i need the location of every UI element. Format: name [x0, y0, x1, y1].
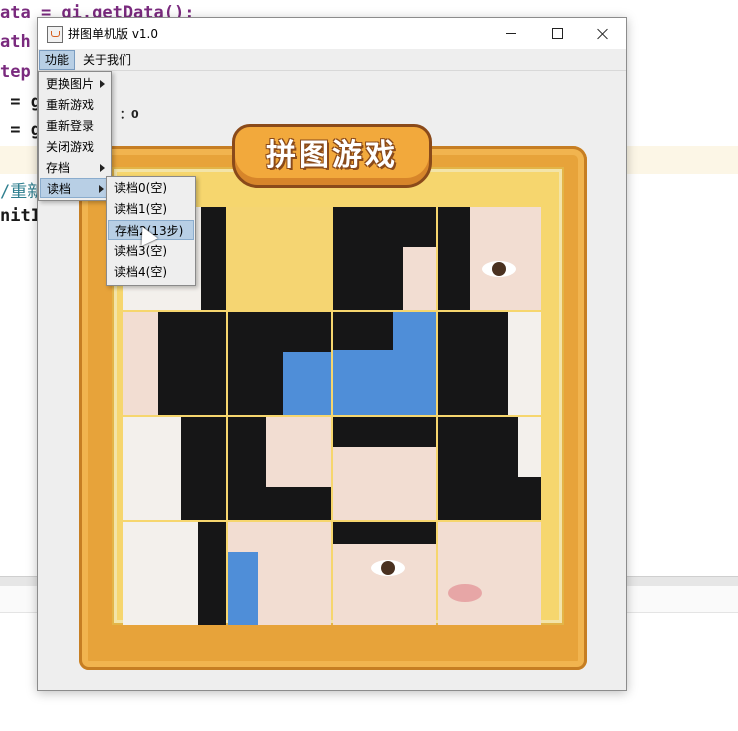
code-line-2: ath — [0, 32, 31, 52]
chevron-right-icon — [100, 80, 105, 88]
java-app-icon — [47, 26, 63, 43]
menu-about-us[interactable]: 关于我们 — [78, 51, 136, 69]
puzzle-tile-1-3[interactable] — [438, 312, 541, 415]
puzzle-tile-empty — [228, 207, 331, 310]
puzzle-tile-2-2[interactable] — [333, 417, 436, 520]
window-title: 拼图单机版 v1.0 — [68, 27, 159, 41]
load-slot-3[interactable]: 读档3(空) — [108, 241, 194, 261]
puzzle-tile-3-0[interactable] — [123, 522, 226, 625]
puzzle-tile-3-1[interactable] — [228, 522, 331, 625]
close-icon — [597, 28, 609, 40]
puzzle-tile-1-2[interactable] — [333, 312, 436, 415]
menu-item-restart-game[interactable]: 重新游戏 — [40, 95, 110, 115]
menu-item-change-image[interactable]: 更换图片 — [40, 74, 110, 94]
puzzle-tile-3-3[interactable] — [438, 522, 541, 625]
step-counter: ：0 — [120, 108, 139, 121]
menu-item-load[interactable]: 读档 — [40, 178, 110, 198]
minimize-icon — [506, 33, 516, 34]
puzzle-tile-0-2[interactable] — [333, 207, 436, 310]
puzzle-tile-2-3[interactable] — [438, 417, 541, 520]
menu-item-close-game[interactable]: 关闭游戏 — [40, 137, 110, 157]
code-line-3: tep — [0, 62, 31, 82]
puzzle-game-window: 拼图单机版 v1.0 功能 关于我们 ：0 拼图游戏 — [37, 17, 627, 691]
puzzle-tile-2-0[interactable] — [123, 417, 226, 520]
title-bar[interactable]: 拼图单机版 v1.0 — [38, 18, 626, 49]
menu-item-relogin[interactable]: 重新登录 — [40, 116, 110, 136]
code-line-5: = g — [0, 120, 41, 140]
menu-function[interactable]: 功能 — [39, 50, 76, 70]
maximize-icon — [551, 28, 563, 39]
puzzle-tile-2-1[interactable] — [228, 417, 331, 520]
game-logo-text: 拼图游戏 — [266, 138, 398, 173]
maximize-button[interactable] — [534, 18, 580, 49]
menu-bar: 功能 关于我们 — [38, 49, 626, 71]
chevron-right-icon — [99, 185, 104, 193]
game-logo: 拼图游戏 — [232, 124, 432, 188]
puzzle-tile-0-3[interactable] — [438, 207, 541, 310]
code-line-7: nitI — [0, 206, 41, 226]
menu-item-save[interactable]: 存档 — [40, 158, 110, 178]
puzzle-tile-1-0[interactable] — [123, 312, 226, 415]
code-line-4: = g — [0, 92, 41, 112]
function-menu: 更换图片 重新游戏 重新登录 关闭游戏 存档 读档 — [38, 71, 112, 201]
puzzle-tile-1-1[interactable] — [228, 312, 331, 415]
puzzle-tile-3-2[interactable] — [333, 522, 436, 625]
chevron-right-icon — [100, 164, 105, 172]
load-slot-4[interactable]: 读档4(空) — [108, 262, 194, 282]
load-slot-0[interactable]: 读档0(空) — [108, 178, 194, 198]
minimize-button[interactable] — [488, 18, 534, 49]
load-slot-1[interactable]: 读档1(空) — [108, 199, 194, 219]
close-button[interactable] — [580, 18, 626, 49]
